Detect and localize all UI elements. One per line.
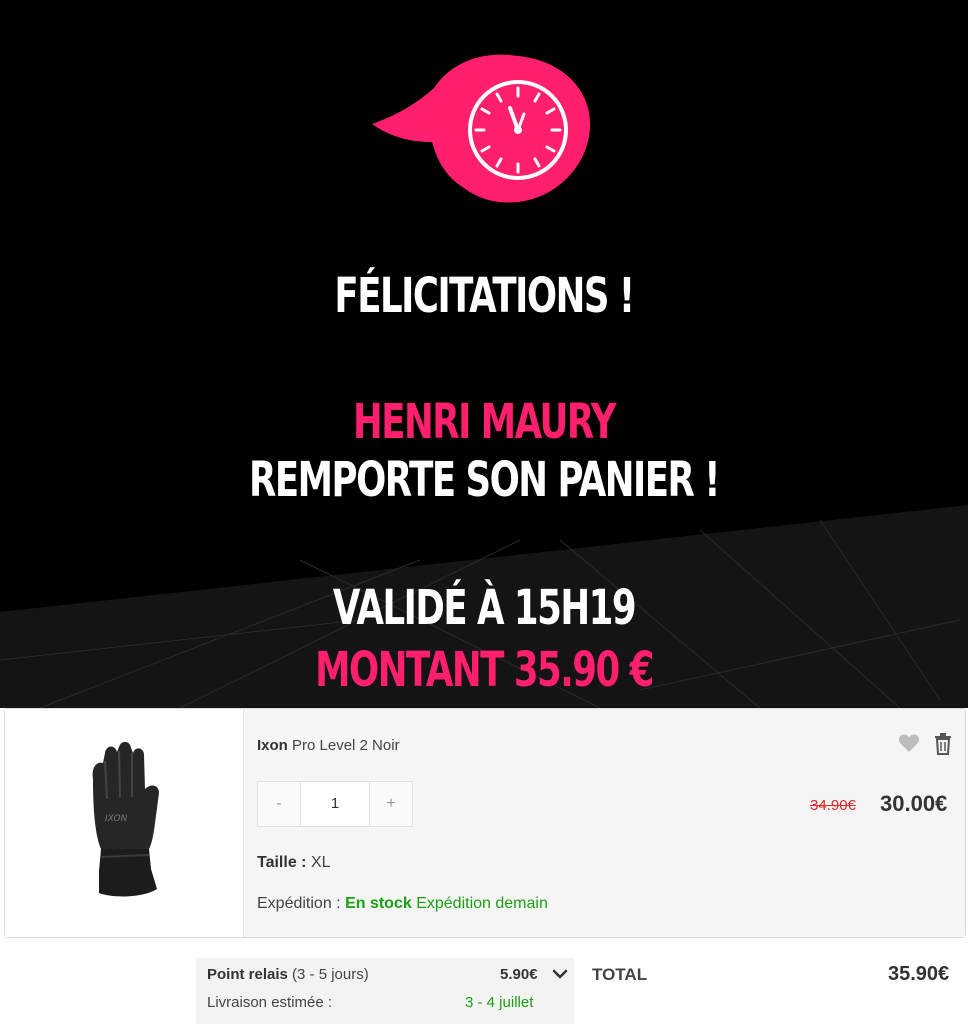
stock-status: En stock <box>345 895 412 912</box>
product-name[interactable]: Ixon Pro Level 2 Noir <box>257 737 400 754</box>
winner-banner: FÉLICITATIONS ! HENRI MAURY REMPORTE SON… <box>0 0 968 708</box>
delivery-delay: (3 - 5 jours) <box>292 966 369 983</box>
shipping-info: Expédition : En stock Expédition demain <box>257 895 548 913</box>
quantity-stepper: - 1 + <box>257 781 413 827</box>
trash-icon[interactable] <box>934 733 952 755</box>
product-brand: Ixon <box>257 737 288 754</box>
congrats-heading: FÉLICITATIONS ! <box>334 268 635 324</box>
decrease-quantity-button[interactable]: - <box>258 782 300 826</box>
increase-quantity-button[interactable]: + <box>370 782 412 826</box>
flaming-clock-icon <box>372 54 591 203</box>
delivery-option[interactable]: Point relais (3 - 5 jours) 5.90€ Livrais… <box>196 958 574 1024</box>
cart-amount: MONTANT 35.90 € <box>315 642 654 698</box>
total-value: 35.90€ <box>888 963 950 985</box>
delivery-price: 5.90€ <box>500 966 538 983</box>
svg-text:IXON: IXON <box>105 814 128 824</box>
heart-icon[interactable] <box>898 733 920 753</box>
product-thumbnail[interactable]: IXON <box>5 709 244 937</box>
delivery-method: Point relais (3 - 5 jours) <box>207 966 369 983</box>
original-price: 34.90€ <box>810 797 856 814</box>
size-label: Taille : <box>257 854 307 871</box>
chevron-down-icon[interactable] <box>552 966 568 982</box>
total-label: TOTAL <box>592 965 648 984</box>
size-value: XL <box>310 854 331 871</box>
cart-item-card: IXON Ixon Pro Level 2 Noir - 1 + 34.90€ … <box>4 708 966 938</box>
glove-image: IXON <box>92 741 159 897</box>
validated-time: VALIDÉ À 15H19 <box>332 580 637 636</box>
estimate-value: 3 - 4 juillet <box>465 994 534 1011</box>
winner-name: HENRI MAURY <box>352 394 617 450</box>
size-info: Taille : XL <box>257 854 331 872</box>
delivery-method-name: Point relais <box>207 966 288 983</box>
shipping-date: Expédition demain <box>416 895 548 912</box>
product-details: Ixon Pro Level 2 Noir - 1 + 34.90€ 30.00… <box>244 709 965 937</box>
estimate-label: Livraison estimée : <box>207 994 333 1011</box>
shipping-label: Expédition : <box>257 895 341 912</box>
quantity-input[interactable]: 1 <box>300 782 370 826</box>
product-model: Pro Level 2 Noir <box>292 737 400 754</box>
wins-cart-text: REMPORTE SON PANIER ! <box>249 452 720 508</box>
current-price: 30.00€ <box>880 791 948 816</box>
